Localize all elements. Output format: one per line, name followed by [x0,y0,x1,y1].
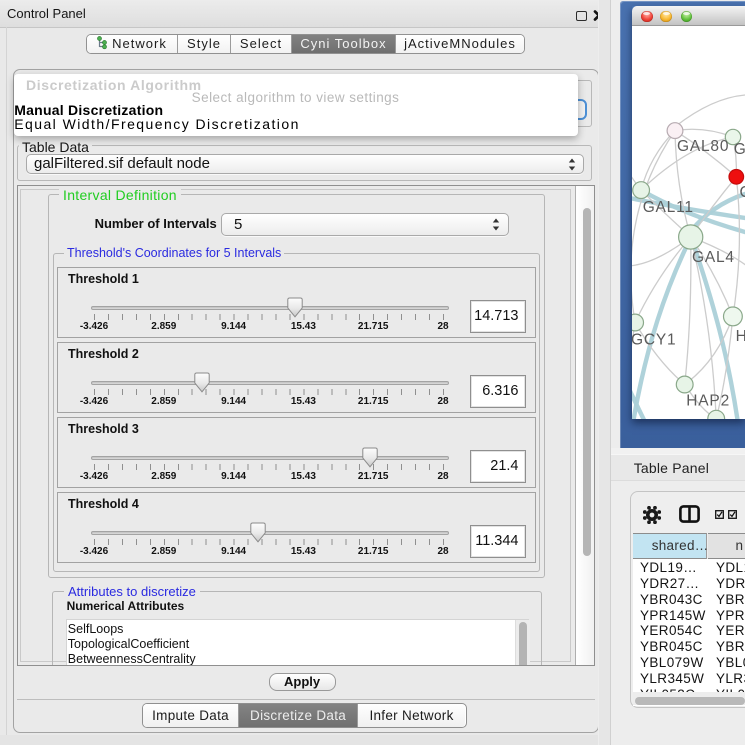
svg-text:GCY1: GCY1 [632,331,676,348]
svg-text:GAL4: GAL4 [692,249,735,266]
svg-text:GAL11: GAL11 [643,199,694,216]
svg-text:H: H [736,328,745,345]
svg-text:GAL80: GAL80 [677,138,729,155]
svg-text:GA: GA [734,141,745,158]
svg-text:HAP2: HAP2 [686,392,730,409]
svg-text:C: C [740,184,745,201]
